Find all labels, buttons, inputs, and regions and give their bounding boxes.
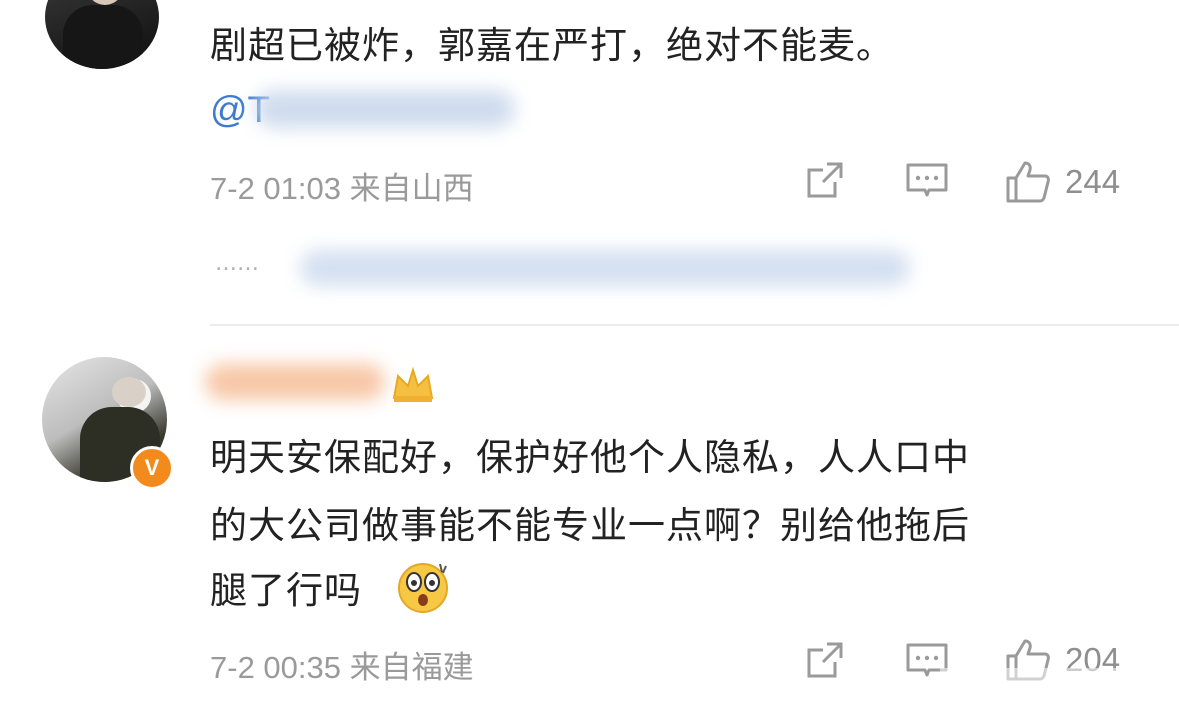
comment-icon <box>906 163 948 197</box>
share-icon <box>807 162 843 198</box>
crown-icon <box>388 364 438 408</box>
comment-meta: 7-2 00:35 来自福建 <box>210 650 474 685</box>
share-button[interactable] <box>805 640 845 680</box>
like-count: 244 <box>1065 163 1121 200</box>
divider <box>210 324 1179 326</box>
comment-text-line-3: 腿了行吗 <box>210 569 362 612</box>
avatar[interactable] <box>45 0 159 69</box>
like-icon <box>1006 161 1050 203</box>
emoji-shocked-icon <box>396 560 450 618</box>
comment-meta: 7-2 01:03 来自山西 <box>210 171 474 206</box>
like-button[interactable]: 244 <box>1005 160 1120 204</box>
redacted-username <box>205 364 385 400</box>
watermark <box>940 668 1170 702</box>
comment-text: 剧超已被炸，郭嘉在严打，绝对不能麦。 <box>210 24 894 67</box>
verified-badge: V <box>130 446 174 490</box>
verified-icon: V <box>144 455 160 480</box>
comment-text-line-2: 的大公司做事能不能专业一点啊？别给他拖后 <box>210 504 970 547</box>
redacted-username <box>255 90 515 128</box>
share-button[interactable] <box>805 160 845 200</box>
share-icon <box>807 642 843 678</box>
comment-text-line-1: 明天安保配好，保护好他个人隐私，人人口中 <box>210 436 970 479</box>
reply-button[interactable] <box>905 162 949 202</box>
redacted-replies <box>300 250 910 286</box>
thread-dots: …… <box>215 251 259 276</box>
